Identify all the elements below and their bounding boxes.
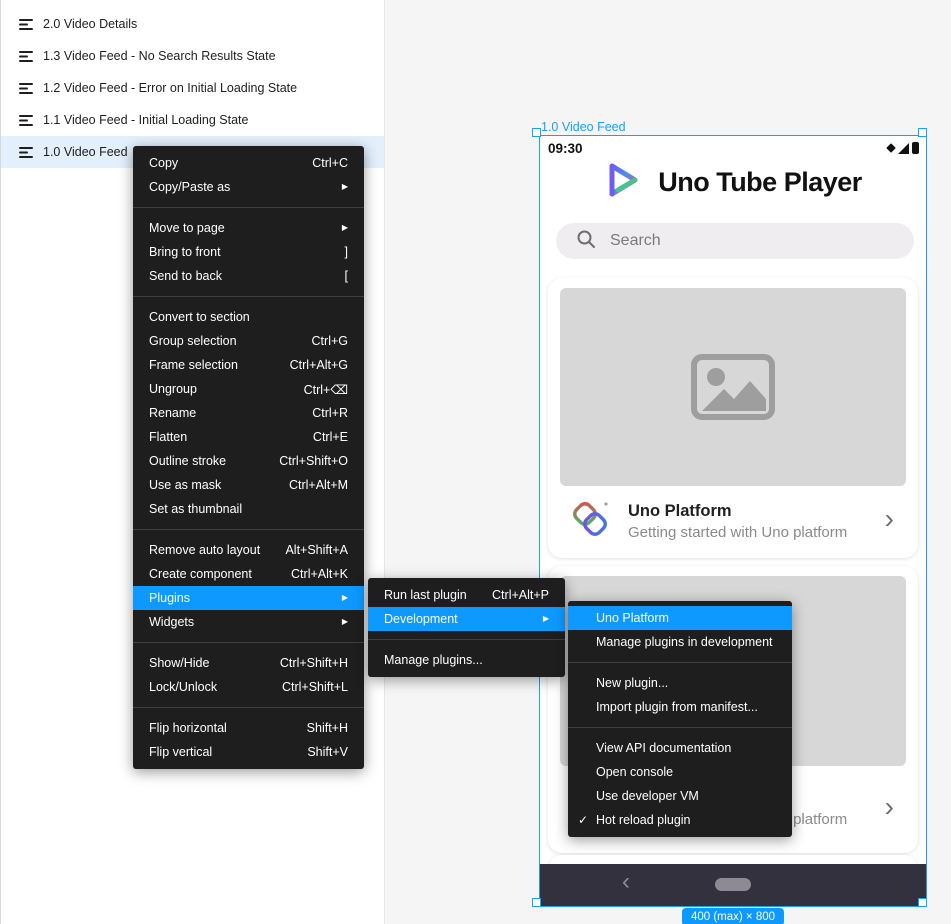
menu-separator xyxy=(568,662,792,663)
layer-item-1-1-video-feed[interactable]: 1.1 Video Feed - Initial Loading State xyxy=(1,104,384,136)
diamond-icon xyxy=(886,143,896,153)
menu-item-run-last-plugin[interactable]: Run last pluginCtrl+Alt+P xyxy=(368,583,565,607)
menu-item-rename[interactable]: RenameCtrl+R xyxy=(133,401,364,425)
uno-tube-player-logo-icon xyxy=(604,158,644,207)
menu-item-use-developer-vm[interactable]: Use developer VM xyxy=(568,784,792,808)
app-title: Uno Tube Player xyxy=(658,167,862,198)
submenu-arrow-icon: ▶ xyxy=(342,183,348,191)
video-list-item: Uno Platform Getting started with Uno pl… xyxy=(548,490,918,558)
layer-item-1-2-video-feed[interactable]: 1.2 Video Feed - Error on Initial Loadin… xyxy=(1,72,384,104)
menu-item-use-as-mask[interactable]: Use as maskCtrl+Alt+M xyxy=(133,473,364,497)
menu-item-copy[interactable]: CopyCtrl+C xyxy=(133,151,364,175)
menu-separator xyxy=(133,296,364,297)
video-subtitle: Getting started with Uno platform xyxy=(628,524,869,541)
layer-item-1-3-video-feed[interactable]: 1.3 Video Feed - No Search Results State xyxy=(1,40,384,72)
menu-item-move-to-page[interactable]: Move to page▶ xyxy=(133,216,364,240)
search-placeholder: Search xyxy=(610,232,661,250)
back-chevron-icon[interactable]: ‹ xyxy=(622,868,630,896)
menu-item-new-plugin[interactable]: New plugin... xyxy=(568,671,792,695)
phone-status-bar: 09:30 xyxy=(548,139,919,157)
submenu-arrow-icon: ▶ xyxy=(342,224,348,232)
selection-handle-bottom-right[interactable] xyxy=(918,898,927,907)
menu-item-frame-selection[interactable]: Frame selectionCtrl+Alt+G xyxy=(133,353,364,377)
submenu-arrow-icon: ▶ xyxy=(342,618,348,626)
layer-item-2-0-video-details[interactable]: 2.0 Video Details xyxy=(1,8,384,40)
menu-item-outline-stroke[interactable]: Outline strokeCtrl+Shift+O xyxy=(133,449,364,473)
development-submenu: Uno Platform Manage plugins in developme… xyxy=(568,601,792,837)
menu-item-development[interactable]: Development▶ xyxy=(368,607,565,631)
menu-item-flip-vertical[interactable]: Flip verticalShift+V xyxy=(133,740,364,764)
menu-separator xyxy=(133,207,364,208)
submenu-arrow-icon: ▶ xyxy=(342,594,348,602)
signal-triangle-icon xyxy=(898,143,909,154)
status-icons xyxy=(887,142,919,154)
layer-label: 1.3 Video Feed - No Search Results State xyxy=(43,49,276,63)
chevron-right-icon: › xyxy=(885,793,894,825)
auto-layout-lines-icon xyxy=(19,83,33,94)
auto-layout-lines-icon xyxy=(19,115,33,126)
uno-platform-logo-icon xyxy=(568,497,612,546)
menu-item-remove-auto-layout[interactable]: Remove auto layoutAlt+Shift+A xyxy=(133,538,364,562)
frame-title-label[interactable]: 1.0 Video Feed xyxy=(541,120,626,134)
video-title: Uno Platform xyxy=(628,502,869,521)
auto-layout-lines-icon xyxy=(19,19,33,30)
video-texts: Uno Platform Getting started with Uno pl… xyxy=(628,502,869,541)
auto-layout-lines-icon xyxy=(19,51,33,62)
image-placeholder-icon xyxy=(690,353,776,421)
layer-label: 1.2 Video Feed - Error on Initial Loadin… xyxy=(43,81,297,95)
menu-separator xyxy=(368,639,565,640)
selection-handle-top-right[interactable] xyxy=(918,128,927,137)
menu-separator xyxy=(568,727,792,728)
video-thumbnail-placeholder xyxy=(560,288,906,486)
menu-item-set-as-thumbnail[interactable]: Set as thumbnail xyxy=(133,497,364,521)
chevron-right-icon: › xyxy=(885,505,894,537)
menu-item-import-plugin-from-manifest[interactable]: Import plugin from manifest... xyxy=(568,695,792,719)
menu-item-open-console[interactable]: Open console xyxy=(568,760,792,784)
checkmark-icon: ✓ xyxy=(578,813,596,827)
menu-item-group-selection[interactable]: Group selectionCtrl+G xyxy=(133,329,364,353)
battery-icon xyxy=(912,142,919,154)
status-time: 09:30 xyxy=(548,141,583,156)
menu-item-bring-to-front[interactable]: Bring to front] xyxy=(133,240,364,264)
menu-item-create-component[interactable]: Create componentCtrl+Alt+K xyxy=(133,562,364,586)
menu-item-lock-unlock[interactable]: Lock/UnlockCtrl+Shift+L xyxy=(133,675,364,699)
menu-item-copy-paste-as[interactable]: Copy/Paste as▶ xyxy=(133,175,364,199)
search-input[interactable]: Search xyxy=(556,223,914,259)
menu-item-widgets[interactable]: Widgets▶ xyxy=(133,610,364,634)
search-icon xyxy=(576,229,596,254)
home-indicator[interactable] xyxy=(715,878,751,891)
plugins-submenu: Run last pluginCtrl+Alt+P Development▶ M… xyxy=(368,578,565,677)
menu-item-convert-to-section[interactable]: Convert to section xyxy=(133,305,364,329)
menu-item-manage-plugins[interactable]: Manage plugins... xyxy=(368,648,565,672)
layer-label: 1.0 Video Feed xyxy=(43,145,128,159)
menu-separator xyxy=(133,529,364,530)
menu-item-manage-plugins-in-development[interactable]: Manage plugins in development xyxy=(568,630,792,654)
menu-item-hot-reload-plugin[interactable]: ✓Hot reload plugin xyxy=(568,808,792,832)
menu-item-uno-platform[interactable]: Uno Platform xyxy=(568,606,792,630)
layer-label: 1.1 Video Feed - Initial Loading State xyxy=(43,113,248,127)
menu-item-view-api-documentation[interactable]: View API documentation xyxy=(568,736,792,760)
menu-item-show-hide[interactable]: Show/HideCtrl+Shift+H xyxy=(133,651,364,675)
menu-item-flatten[interactable]: FlattenCtrl+E xyxy=(133,425,364,449)
selection-handle-top-left[interactable] xyxy=(532,128,541,137)
menu-item-plugins[interactable]: Plugins▶ xyxy=(133,586,364,610)
selection-handle-bottom-left[interactable] xyxy=(532,898,541,907)
app-header: Uno Tube Player xyxy=(540,158,926,206)
auto-layout-lines-icon xyxy=(19,147,33,158)
menu-separator xyxy=(133,642,364,643)
layer-label: 2.0 Video Details xyxy=(43,17,137,31)
context-menu: CopyCtrl+C Copy/Paste as▶ Move to page▶ … xyxy=(133,146,364,769)
menu-item-send-to-back[interactable]: Send to back[ xyxy=(133,264,364,288)
video-card: Uno Platform Getting started with Uno pl… xyxy=(548,278,918,558)
menu-item-ungroup[interactable]: UngroupCtrl+⌫ xyxy=(133,377,364,401)
submenu-arrow-icon: ▶ xyxy=(543,615,549,623)
android-navigation-bar: ‹ xyxy=(540,864,926,906)
menu-item-flip-horizontal[interactable]: Flip horizontalShift+H xyxy=(133,716,364,740)
menu-separator xyxy=(133,707,364,708)
frame-size-badge: 400 (max) × 800 xyxy=(682,908,784,924)
